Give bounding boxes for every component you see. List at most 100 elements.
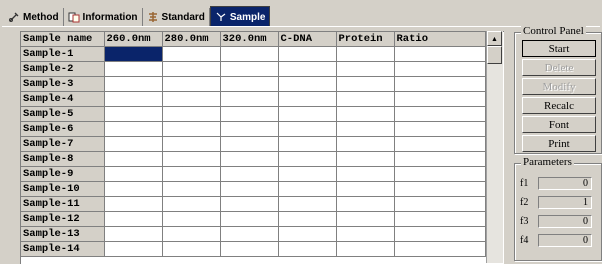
table-cell[interactable] [394,61,486,77]
table-cell[interactable] [104,181,163,197]
table-cell[interactable] [162,136,221,152]
table-cell[interactable] [336,181,395,197]
column-header-260nm[interactable]: 260.0nm [104,32,163,47]
table-cell[interactable] [162,61,221,77]
table-cell[interactable] [104,106,163,122]
vertical-scrollbar[interactable]: ▲ [486,31,503,263]
table-cell[interactable] [394,196,486,212]
row-header[interactable]: Sample-4 [21,91,105,107]
table-cell[interactable] [162,226,221,242]
table-cell[interactable] [394,226,486,242]
table-cell[interactable] [278,226,337,242]
table-cell[interactable] [394,241,486,257]
table-row[interactable]: Sample-10 [21,181,486,197]
table-cell[interactable] [104,61,163,77]
table-cell[interactable] [394,121,486,137]
column-header-protein[interactable]: Protein [336,32,395,47]
table-cell[interactable] [336,166,395,182]
modify-button[interactable]: Modify [522,78,596,95]
tab-sample[interactable]: Sample [209,6,271,27]
column-header-ratio[interactable]: Ratio [394,32,486,47]
table-cell[interactable] [162,121,221,137]
table-cell[interactable] [394,181,486,197]
column-header-280nm[interactable]: 280.0nm [162,32,221,47]
table-cell[interactable] [336,211,395,227]
table-cell[interactable] [104,121,163,137]
table-cell[interactable] [220,211,279,227]
table-cell[interactable] [220,76,279,92]
table-cell[interactable] [220,136,279,152]
column-header-c-dna[interactable]: C-DNA [278,32,337,47]
table-row[interactable]: Sample-13 [21,226,486,242]
table-row[interactable]: Sample-1 [21,46,486,62]
table-cell[interactable] [278,46,337,62]
row-header[interactable]: Sample-5 [21,106,105,122]
parameter-f2-field[interactable]: 1 [538,195,592,209]
table-cell[interactable] [220,166,279,182]
parameter-f3-field[interactable]: 0 [538,214,592,228]
table-cell[interactable] [336,196,395,212]
row-header[interactable]: Sample-2 [21,61,105,77]
table-cell[interactable] [104,151,163,167]
table-cell[interactable] [162,91,221,107]
table-cell[interactable] [336,241,395,257]
table-cell[interactable] [278,76,337,92]
font-button[interactable]: Font [522,116,596,133]
table-cell[interactable] [336,61,395,77]
table-cell[interactable] [162,151,221,167]
table-cell[interactable] [220,46,279,62]
table-cell[interactable] [394,151,486,167]
print-button[interactable]: Print [522,135,596,152]
delete-button[interactable]: Delete [522,59,596,76]
row-header[interactable]: Sample-11 [21,196,105,212]
scroll-up-button[interactable]: ▲ [487,31,502,46]
table-row[interactable]: Sample-4 [21,91,486,107]
row-header[interactable]: Sample-1 [21,46,105,62]
row-header[interactable]: Sample-10 [21,181,105,197]
table-row[interactable]: Sample-7 [21,136,486,152]
table-cell[interactable] [220,106,279,122]
table-cell[interactable] [162,211,221,227]
table-cell[interactable] [220,151,279,167]
table-cell[interactable] [336,136,395,152]
table-cell[interactable] [220,91,279,107]
row-header[interactable]: Sample-8 [21,151,105,167]
table-cell[interactable] [394,136,486,152]
table-cell[interactable] [220,61,279,77]
column-header-320nm[interactable]: 320.0nm [220,32,279,47]
table-cell[interactable] [278,151,337,167]
table-cell[interactable] [278,121,337,137]
row-header[interactable]: Sample-12 [21,211,105,227]
sample-grid[interactable]: Sample name 260.0nm 280.0nm 320.0nm C-DN… [20,31,504,264]
table-cell[interactable] [394,211,486,227]
table-cell[interactable] [104,211,163,227]
table-cell[interactable] [394,106,486,122]
table-cell[interactable] [162,76,221,92]
parameter-f4-field[interactable]: 0 [538,233,592,247]
table-cell[interactable] [278,136,337,152]
recalc-button[interactable]: Recalc [522,97,596,114]
table-cell[interactable] [220,196,279,212]
table-cell[interactable] [278,61,337,77]
table-row[interactable]: Sample-5 [21,106,486,122]
table-cell[interactable] [162,46,221,62]
table-cell[interactable] [220,241,279,257]
table-cell[interactable] [394,91,486,107]
table-row[interactable]: Sample-14 [21,241,486,257]
column-header-sample-name[interactable]: Sample name [21,32,105,47]
table-cell[interactable] [336,106,395,122]
table-cell[interactable] [278,181,337,197]
table-cell[interactable] [336,151,395,167]
table-cell[interactable] [278,211,337,227]
tab-standard[interactable]: Standard [143,8,210,26]
table-cell[interactable] [162,196,221,212]
scroll-thumb[interactable] [487,46,502,64]
tab-method[interactable]: Method [4,8,64,26]
row-header[interactable]: Sample-6 [21,121,105,137]
table-cell[interactable] [104,196,163,212]
parameter-f1-field[interactable]: 0 [538,176,592,190]
table-row[interactable]: Sample-9 [21,166,486,182]
row-header[interactable]: Sample-3 [21,76,105,92]
tab-information[interactable]: Information [64,8,143,26]
table-cell[interactable] [336,76,395,92]
